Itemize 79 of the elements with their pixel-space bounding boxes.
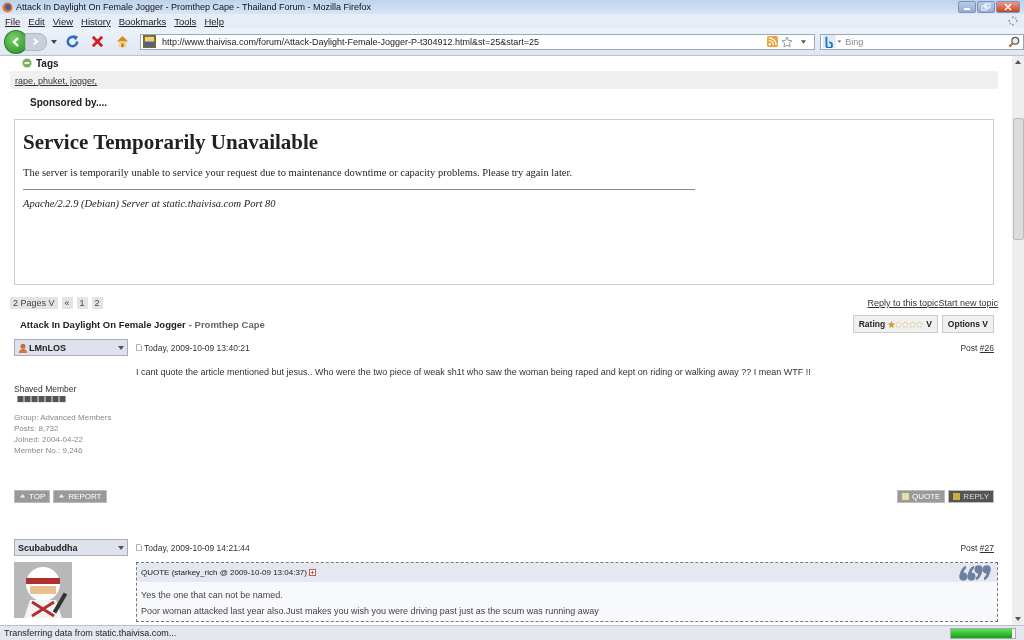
- options-button[interactable]: Options V: [941, 315, 994, 333]
- bookmark-star-icon[interactable]: [781, 35, 794, 48]
- document-icon: [136, 544, 142, 551]
- quotation-mark-icon: [957, 563, 993, 582]
- page-link[interactable]: 1: [76, 297, 88, 309]
- scroll-up-icon[interactable]: [1015, 60, 1021, 64]
- document-icon: [136, 344, 142, 351]
- member-info: Group: Advanced Members: [14, 412, 113, 423]
- topic-subtitle: - Promthep Cape: [188, 319, 265, 330]
- stop-icon[interactable]: [89, 34, 105, 49]
- rating-button[interactable]: Rating V: [852, 315, 938, 333]
- page-link[interactable]: «: [61, 297, 73, 309]
- quote-header: QUOTE (starkey_rich @ 2009-10-09 13:04:37): [141, 568, 307, 577]
- back-button[interactable]: [4, 29, 28, 54]
- topic-title: Attack In Daylight On Female Jogger: [20, 319, 186, 330]
- address-field[interactable]: http://www.thaivisa.com/forum/Attack-Daylight-Female-Jogger-P-t304912.html&st=25&start=25: [139, 33, 816, 50]
- dropdown-icon[interactable]: [801, 39, 807, 44]
- menu-item[interactable]: Bookmarks: [118, 15, 167, 27]
- quote-line: Poor woman attacked last year also.Just makes you wish you were driving past just as the scum was running away: [141, 605, 600, 618]
- status-text: Transferring data from static.thaivisa.com...: [4, 628, 177, 638]
- post-date: Today, 2009-10-09 14:21:44: [144, 542, 250, 553]
- error-message: The server is temporarily unable to service your request due to maintenance downtime or capacity problems. Please try again later.: [23, 167, 573, 178]
- close-button[interactable]: [996, 1, 1020, 13]
- error-title: Service Temporarily Unavailable: [23, 130, 320, 155]
- minimize-button[interactable]: [958, 1, 976, 13]
- menu-item[interactable]: History: [81, 15, 111, 27]
- square-icon: [953, 493, 961, 500]
- rank-pips-drawing: [14, 396, 69, 403]
- scroll-thumb[interactable]: [1012, 118, 1024, 240]
- search-engine-icon[interactable]: [822, 35, 843, 48]
- menu-item[interactable]: Edit: [28, 15, 45, 27]
- member-info: Member No.: 9,246: [14, 445, 84, 456]
- author-dropdown[interactable]: Scubabuddha: [14, 539, 128, 556]
- author-dropdown[interactable]: LMnLOS: [14, 339, 128, 356]
- post-label: Post: [960, 342, 978, 353]
- site-icon: [142, 35, 156, 48]
- quote-line: Yes the one that can not be named.: [141, 589, 284, 602]
- globe-icon: [2, 1, 13, 13]
- post-action-button[interactable]: REPLY: [948, 490, 994, 503]
- tags-link[interactable]: rape, phuket, jogger,: [15, 76, 98, 86]
- member-title: Shaved Member: [14, 384, 78, 394]
- post-number-link[interactable]: #26: [979, 342, 994, 353]
- arrow-icon: [19, 493, 26, 500]
- post-number-link[interactable]: #27: [979, 542, 994, 553]
- caret-icon: [118, 345, 124, 350]
- server-address: Apache/2.2.9 (Debian) Server at static.thaivisa.com Port 80: [23, 198, 277, 209]
- collapse-icon[interactable]: [22, 58, 32, 68]
- member-info: Joined: 2004-04-22: [14, 434, 84, 445]
- tags-heading: Tags: [36, 57, 59, 69]
- arrow-icon: [58, 493, 66, 500]
- topic-link[interactable]: Start new topic: [938, 298, 998, 308]
- window-title: Attack In Daylight On Female Jogger - Promthep Cape - Thailand Forum - Mozilla Firefox: [16, 2, 371, 12]
- caret-icon: [118, 545, 124, 550]
- post-text: I cant quote the article mentioned but jesus.. Who were the two piece of weak sh1t who saw the woman being raped and kept on riding or walking away ?? I mean WTF !!: [136, 367, 812, 377]
- post-label: Post: [960, 542, 978, 553]
- user-icon: [18, 342, 28, 353]
- reload-icon[interactable]: [64, 34, 80, 49]
- loading-icon: [1008, 16, 1018, 26]
- search-icon[interactable]: [1008, 35, 1020, 48]
- sponsored-label: Sponsored by....: [29, 96, 109, 110]
- home-icon[interactable]: [114, 34, 130, 49]
- menu-item[interactable]: Tools: [174, 15, 197, 27]
- menu-item[interactable]: View: [52, 15, 74, 27]
- menu-item[interactable]: File: [5, 15, 21, 27]
- topic-link[interactable]: Reply to this topic: [867, 298, 939, 308]
- page-link[interactable]: 2: [91, 297, 103, 309]
- restore-icon: [981, 3, 991, 11]
- pages-dropdown[interactable]: 2 Pages V: [10, 297, 58, 309]
- post-date: Today, 2009-10-09 13:40:21: [144, 342, 250, 353]
- square-icon: [901, 493, 909, 500]
- expand-icon[interactable]: [309, 569, 316, 576]
- dropdown-icon[interactable]: [50, 39, 57, 44]
- restore-button[interactable]: [977, 1, 995, 13]
- close-icon: [1003, 3, 1013, 11]
- menu-item[interactable]: Help: [204, 15, 224, 27]
- scroll-down-icon[interactable]: [1015, 617, 1021, 621]
- scrollbar[interactable]: [1012, 56, 1024, 625]
- search-field[interactable]: Bing: [820, 33, 1024, 50]
- member-info: Posts: 8,732: [14, 423, 60, 434]
